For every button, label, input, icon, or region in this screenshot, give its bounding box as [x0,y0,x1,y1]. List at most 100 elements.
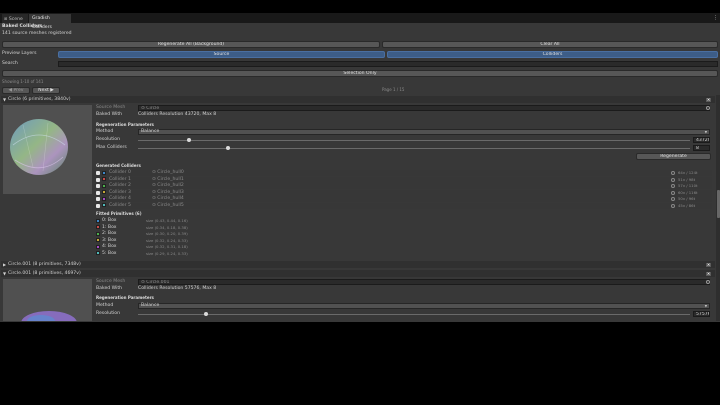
primitive-row: 2: Box size (0.30, 0.20, 0.39) [94,231,712,237]
collider-pick-icon[interactable] [671,177,675,182]
resolution-field[interactable]: 43720 [693,137,710,143]
primitive-size: size (0.30, 0.20, 0.39) [146,231,188,236]
resolution-slider[interactable] [138,311,690,317]
method-dropdown[interactable]: Balance ▼ [138,303,710,309]
regen-params-heading: Regeneration Parameters [96,122,154,127]
foldout-arrow-icon[interactable]: ▼ [3,97,6,103]
selection-only-button[interactable]: Selection Only [2,70,718,77]
collider-pick-icon[interactable] [671,203,675,208]
collider-list: Collider 0 ⊙ Circle_hull0 64v / 124t Collid… [94,170,712,211]
preview-layers-label: Preview Layers [2,51,37,56]
primitive-color-swatch [96,231,100,236]
collider-stats: 45v / 86t [678,202,696,208]
baked-with-label: Baked With [96,112,123,117]
collider-visible-checkbox[interactable] [96,171,100,175]
generated-colliders-heading: Generated Colliders [96,163,141,168]
collider-visible-checkbox[interactable] [96,190,100,195]
primitive-size: size (0.29, 0.24, 0.33) [146,250,188,256]
scrollbar-thumb[interactable] [716,190,720,218]
item-title: Circle.001 (8 primitives, 4697v) [8,271,81,276]
primitive-name: 0: Box [102,218,117,223]
collider-pick-icon[interactable] [671,171,675,175]
window-menu-icon[interactable]: ⋮ [713,14,718,22]
resolution-field[interactable]: 57576 [693,311,710,317]
collider-pick-icon[interactable] [671,190,675,195]
collider-color-swatch [102,190,106,194]
slider-track [138,314,690,315]
source-mesh-field[interactable]: ⊙ Circle [138,105,710,111]
regenerate-all-button[interactable]: Regenerate All (Background) [2,41,380,48]
item-header[interactable] [1,261,715,268]
showing-count: Showing 1-10 of 141 [2,79,44,84]
collider-mesh-field[interactable]: ⊙ Circle_hull2 [152,183,184,189]
vertical-scrollbar[interactable] [716,95,720,321]
prev-page-button[interactable]: ◀ Prev [2,87,30,94]
collider-pick-icon[interactable] [671,184,675,188]
primitive-color-swatch [96,225,100,229]
search-label: Search [2,61,18,66]
remove-item-button[interactable]: ✕ [706,98,711,102]
primitive-name: 3: Box [102,237,117,243]
tab-scene[interactable]: ⊞ Scene [2,14,28,23]
item-header[interactable] [1,270,715,277]
collider-mesh-field[interactable]: ⊙ Circle_hull3 [152,190,184,196]
collider-mesh-field[interactable]: ⊙ Circle_hull0 [152,170,184,176]
dropdown-arrow-icon: ▼ [704,304,707,308]
search-input[interactable] [58,61,718,67]
source-count: 141 source meshes registered [2,31,72,36]
primitive-list: 0: Box size (0.43, 0.44, 0.16) 1: Box size … [94,218,712,258]
primitive-row: 3: Box size (0.32, 0.24, 0.33) [94,238,712,244]
slider-thumb[interactable] [187,138,192,142]
tab-gradish-colliders[interactable]: Gradish Colliders [29,14,71,30]
pick-mesh-icon[interactable] [706,280,710,284]
item-header[interactable] [1,96,715,103]
preview-mesh-render [21,311,77,321]
mesh-preview [3,105,92,194]
layer-source-toggle[interactable]: Source [58,51,385,58]
slider-thumb[interactable] [225,146,230,150]
slider-thumb[interactable] [203,312,208,316]
max-colliders-slider[interactable] [138,145,690,151]
collider-color-swatch [102,183,106,188]
collider-stats: 60v / 116t [678,189,698,195]
resolution-label: Resolution [96,137,121,142]
primitive-color-swatch [96,251,100,255]
collider-name: Collider 4 [109,196,131,201]
foldout-arrow-icon[interactable]: ▶ [3,262,6,268]
item-title: Circle.001 (8 primitives, 7348v) [8,262,81,267]
primitive-name: 5: Box [102,250,117,256]
collider-mesh-field[interactable]: ⊙ Circle_hull4 [152,196,184,202]
collider-pick-icon[interactable] [671,197,675,201]
collider-visible-checkbox[interactable] [96,197,100,201]
collider-visible-checkbox[interactable] [96,177,100,182]
regen-params-heading: Regeneration Parameters [96,295,154,300]
baked-with-value: Colliders Resolution 43720, Max 8 [138,112,217,117]
max-colliders-field[interactable]: 8 [693,145,710,151]
primitive-name: 2: Box [102,231,117,236]
method-label: Method [96,303,114,308]
remove-item-button[interactable]: ✕ [706,263,711,267]
collider-name: Collider 1 [109,176,131,182]
method-dropdown[interactable]: Balance ▼ [138,129,710,135]
pick-mesh-icon[interactable] [706,106,710,110]
primitive-size: size (0.34, 0.18, 0.38) [146,224,188,230]
mesh-preview [3,279,92,321]
next-page-button[interactable]: Next ▶ [32,87,60,94]
collider-mesh-field[interactable]: ⊙ Circle_hull1 [152,177,184,183]
collider-name: Collider 0 [109,170,131,175]
source-mesh-field[interactable]: ⊙ Circle.001 [138,279,710,285]
primitive-row: 5: Box size (0.29, 0.24, 0.33) [94,251,712,257]
collider-visible-checkbox[interactable] [96,184,100,188]
clear-all-button[interactable]: Clear All [382,41,718,48]
collider-name: Collider 5 [109,202,131,208]
remove-item-button[interactable]: ✕ [706,272,711,276]
collider-stats: 64v / 124t [678,170,698,175]
resolution-slider[interactable] [138,137,690,143]
collider-visible-checkbox[interactable] [96,203,100,208]
foldout-arrow-icon[interactable]: ▼ [3,271,6,277]
regenerate-button[interactable]: Regenerate [636,153,711,160]
collider-mesh-field[interactable]: ⊙ Circle_hull5 [152,203,184,209]
layer-colliders-toggle[interactable]: Colliders [387,51,718,58]
tab-bar [0,13,720,23]
method-label: Method [96,129,114,134]
